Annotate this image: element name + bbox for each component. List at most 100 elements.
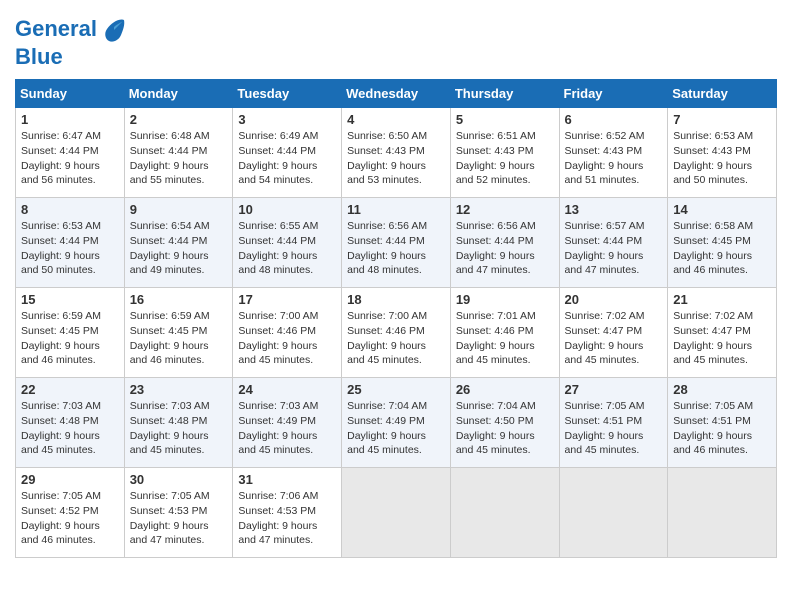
- day-info: Sunrise: 6:47 AMSunset: 4:44 PMDaylight:…: [21, 129, 119, 188]
- calendar-cell: [342, 468, 451, 558]
- calendar-cell: 25 Sunrise: 7:04 AMSunset: 4:49 PMDayligh…: [342, 378, 451, 468]
- calendar-cell: 23Sunrise: 7:03 AMSunset: 4:48 PMDayligh…: [124, 378, 233, 468]
- calendar-cell: 15 Sunrise: 6:59 AMSunset: 4:45 PMDayligh…: [16, 288, 125, 378]
- day-info: Sunrise: 6:53 AMSunset: 4:44 PMDaylight:…: [21, 219, 119, 278]
- calendar-week-5: 29 Sunrise: 7:05 AMSunset: 4:52 PMDayligh…: [16, 468, 777, 558]
- day-number: 27: [565, 382, 663, 397]
- day-number: 21: [673, 292, 771, 307]
- day-info: Sunrise: 6:59 AMSunset: 4:45 PMDaylight:…: [21, 309, 119, 368]
- calendar-cell: 5 Sunrise: 6:51 AMSunset: 4:43 PMDaylight…: [450, 108, 559, 198]
- calendar-cell: 18Sunrise: 7:00 AMSunset: 4:46 PMDayligh…: [342, 288, 451, 378]
- day-info: Sunrise: 7:01 AMSunset: 4:46 PMDaylight:…: [456, 309, 554, 368]
- day-number: 25: [347, 382, 445, 397]
- day-info: Sunrise: 7:02 AMSunset: 4:47 PMDaylight:…: [565, 309, 663, 368]
- day-info: Sunrise: 7:04 AMSunset: 4:50 PMDaylight:…: [456, 399, 554, 458]
- calendar-cell: 9 Sunrise: 6:54 AMSunset: 4:44 PMDaylight…: [124, 198, 233, 288]
- day-info: Sunrise: 7:03 AMSunset: 4:49 PMDaylight:…: [238, 399, 336, 458]
- calendar-week-2: 8 Sunrise: 6:53 AMSunset: 4:44 PMDaylight…: [16, 198, 777, 288]
- calendar-cell: 4 Sunrise: 6:50 AMSunset: 4:43 PMDaylight…: [342, 108, 451, 198]
- day-number: 9: [130, 202, 228, 217]
- calendar-cell: 20Sunrise: 7:02 AMSunset: 4:47 PMDayligh…: [559, 288, 668, 378]
- weekday-header-thursday: Thursday: [450, 80, 559, 108]
- calendar-cell: 28Sunrise: 7:05 AMSunset: 4:51 PMDayligh…: [668, 378, 777, 468]
- calendar-cell: 13 Sunrise: 6:57 AMSunset: 4:44 PMDayligh…: [559, 198, 668, 288]
- day-number: 28: [673, 382, 771, 397]
- day-info: Sunrise: 6:48 AMSunset: 4:44 PMDaylight:…: [130, 129, 228, 188]
- calendar-header-row: SundayMondayTuesdayWednesdayThursdayFrid…: [16, 80, 777, 108]
- day-number: 8: [21, 202, 119, 217]
- day-info: Sunrise: 6:57 AMSunset: 4:44 PMDaylight:…: [565, 219, 663, 278]
- day-info: Sunrise: 7:03 AMSunset: 4:48 PMDaylight:…: [21, 399, 119, 458]
- calendar-cell: 14Sunrise: 6:58 AMSunset: 4:45 PMDayligh…: [668, 198, 777, 288]
- day-number: 17: [238, 292, 336, 307]
- page-header: General Blue: [15, 15, 777, 69]
- calendar-cell: [450, 468, 559, 558]
- day-number: 5: [456, 112, 554, 127]
- day-info: Sunrise: 6:50 AMSunset: 4:43 PMDaylight:…: [347, 129, 445, 188]
- day-number: 29: [21, 472, 119, 487]
- day-number: 12: [456, 202, 554, 217]
- weekday-header-tuesday: Tuesday: [233, 80, 342, 108]
- weekday-header-monday: Monday: [124, 80, 233, 108]
- weekday-header-wednesday: Wednesday: [342, 80, 451, 108]
- day-number: 1: [21, 112, 119, 127]
- day-number: 6: [565, 112, 663, 127]
- day-info: Sunrise: 6:51 AMSunset: 4:43 PMDaylight:…: [456, 129, 554, 188]
- calendar-cell: 21 Sunrise: 7:02 AMSunset: 4:47 PMDayligh…: [668, 288, 777, 378]
- calendar-table: SundayMondayTuesdayWednesdayThursdayFrid…: [15, 79, 777, 558]
- calendar-week-3: 15 Sunrise: 6:59 AMSunset: 4:45 PMDayligh…: [16, 288, 777, 378]
- day-number: 24: [238, 382, 336, 397]
- day-info: Sunrise: 6:56 AMSunset: 4:44 PMDaylight:…: [347, 219, 445, 278]
- day-info: Sunrise: 7:04 AMSunset: 4:49 PMDaylight:…: [347, 399, 445, 458]
- day-info: Sunrise: 7:05 AMSunset: 4:52 PMDaylight:…: [21, 489, 119, 548]
- day-info: Sunrise: 7:05 AMSunset: 4:53 PMDaylight:…: [130, 489, 228, 548]
- calendar-cell: 16Sunrise: 6:59 AMSunset: 4:45 PMDayligh…: [124, 288, 233, 378]
- day-number: 23: [130, 382, 228, 397]
- calendar-body: 1 Sunrise: 6:47 AMSunset: 4:44 PMDaylight…: [16, 108, 777, 558]
- calendar-cell: 22 Sunrise: 7:03 AMSunset: 4:48 PMDayligh…: [16, 378, 125, 468]
- calendar-cell: 31 Sunrise: 7:06 AMSunset: 4:53 PMDayligh…: [233, 468, 342, 558]
- calendar-cell: 11Sunrise: 6:56 AMSunset: 4:44 PMDayligh…: [342, 198, 451, 288]
- day-info: Sunrise: 7:00 AMSunset: 4:46 PMDaylight:…: [238, 309, 336, 368]
- calendar-cell: 1 Sunrise: 6:47 AMSunset: 4:44 PMDaylight…: [16, 108, 125, 198]
- weekday-header-friday: Friday: [559, 80, 668, 108]
- logo-text: General Blue: [15, 15, 129, 69]
- day-info: Sunrise: 6:56 AMSunset: 4:44 PMDaylight:…: [456, 219, 554, 278]
- day-number: 4: [347, 112, 445, 127]
- day-number: 15: [21, 292, 119, 307]
- day-info: Sunrise: 6:53 AMSunset: 4:43 PMDaylight:…: [673, 129, 771, 188]
- day-number: 3: [238, 112, 336, 127]
- calendar-cell: 30 Sunrise: 7:05 AMSunset: 4:53 PMDayligh…: [124, 468, 233, 558]
- calendar-cell: [668, 468, 777, 558]
- calendar-cell: 12 Sunrise: 6:56 AMSunset: 4:44 PMDayligh…: [450, 198, 559, 288]
- calendar-cell: 19Sunrise: 7:01 AMSunset: 4:46 PMDayligh…: [450, 288, 559, 378]
- day-info: Sunrise: 6:52 AMSunset: 4:43 PMDaylight:…: [565, 129, 663, 188]
- day-number: 26: [456, 382, 554, 397]
- day-info: Sunrise: 7:02 AMSunset: 4:47 PMDaylight:…: [673, 309, 771, 368]
- calendar-cell: 8 Sunrise: 6:53 AMSunset: 4:44 PMDaylight…: [16, 198, 125, 288]
- day-number: 18: [347, 292, 445, 307]
- calendar-cell: 3Sunrise: 6:49 AMSunset: 4:44 PMDaylight…: [233, 108, 342, 198]
- day-number: 7: [673, 112, 771, 127]
- day-info: Sunrise: 6:55 AMSunset: 4:44 PMDaylight:…: [238, 219, 336, 278]
- calendar-week-4: 22 Sunrise: 7:03 AMSunset: 4:48 PMDayligh…: [16, 378, 777, 468]
- day-number: 30: [130, 472, 228, 487]
- calendar-cell: 6 Sunrise: 6:52 AMSunset: 4:43 PMDaylight…: [559, 108, 668, 198]
- calendar-cell: 27 Sunrise: 7:05 AMSunset: 4:51 PMDayligh…: [559, 378, 668, 468]
- calendar-cell: 24 Sunrise: 7:03 AMSunset: 4:49 PMDayligh…: [233, 378, 342, 468]
- day-number: 13: [565, 202, 663, 217]
- day-number: 31: [238, 472, 336, 487]
- day-number: 22: [21, 382, 119, 397]
- day-number: 2: [130, 112, 228, 127]
- day-number: 10: [238, 202, 336, 217]
- day-number: 14: [673, 202, 771, 217]
- calendar-cell: 7 Sunrise: 6:53 AMSunset: 4:43 PMDaylight…: [668, 108, 777, 198]
- weekday-header-saturday: Saturday: [668, 80, 777, 108]
- day-info: Sunrise: 6:54 AMSunset: 4:44 PMDaylight:…: [130, 219, 228, 278]
- day-info: Sunrise: 7:05 AMSunset: 4:51 PMDaylight:…: [565, 399, 663, 458]
- calendar-cell: 29 Sunrise: 7:05 AMSunset: 4:52 PMDayligh…: [16, 468, 125, 558]
- logo: General Blue: [15, 15, 129, 69]
- calendar-cell: 26 Sunrise: 7:04 AMSunset: 4:50 PMDayligh…: [450, 378, 559, 468]
- calendar-week-1: 1 Sunrise: 6:47 AMSunset: 4:44 PMDaylight…: [16, 108, 777, 198]
- day-info: Sunrise: 7:06 AMSunset: 4:53 PMDaylight:…: [238, 489, 336, 548]
